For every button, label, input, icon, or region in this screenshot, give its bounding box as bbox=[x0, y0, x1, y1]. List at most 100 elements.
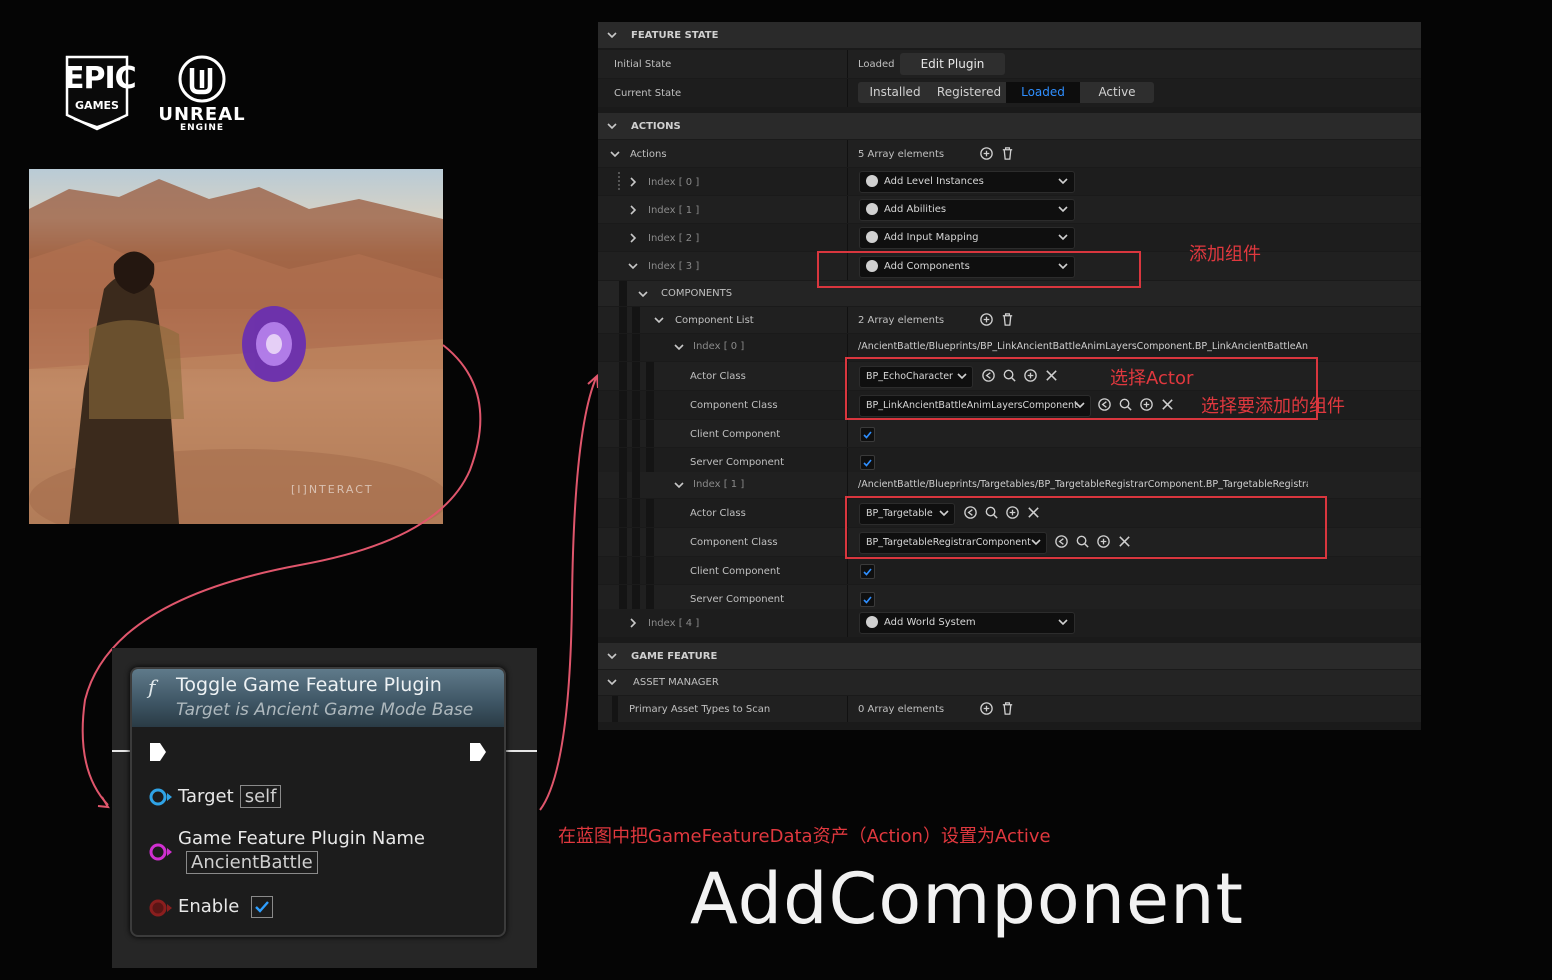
action-index-label: Index [ 2 ] bbox=[648, 233, 700, 244]
plugin-name-label: Game Feature Plugin Name bbox=[178, 828, 425, 849]
checkmark-icon bbox=[863, 568, 872, 576]
function-icon: f bbox=[148, 675, 156, 699]
action-index-4-row: Index [ 4 ] Add World System bbox=[598, 609, 1421, 637]
plugin-name-row: AncientBattle bbox=[180, 851, 318, 874]
current-state-row: Current State Installed Registered Loade… bbox=[598, 79, 1421, 107]
feature-state-header[interactable]: FEATURE STATE bbox=[598, 22, 1421, 48]
component-1-client-row: Client Component bbox=[598, 557, 1421, 584]
annotation-select-actor: 选择Actor bbox=[1110, 368, 1194, 389]
enable-label: Enable bbox=[178, 896, 240, 917]
chevron-right-icon[interactable] bbox=[628, 177, 638, 187]
chevron-down-icon bbox=[1058, 234, 1068, 241]
chevron-right-icon[interactable] bbox=[628, 205, 638, 215]
action-index-1-row: Index [ 1 ] Add Abilities bbox=[598, 196, 1421, 223]
chevron-down-icon bbox=[607, 679, 617, 686]
checkmark-icon bbox=[863, 431, 872, 439]
chevron-down-icon[interactable] bbox=[610, 149, 620, 159]
annotation-blueprint-note: 在蓝图中把GameFeatureData资产（Action）设置为Active bbox=[558, 826, 1051, 847]
game-feature-header[interactable]: GAME FEATURE bbox=[598, 643, 1421, 669]
enable-pin-icon[interactable] bbox=[148, 898, 174, 918]
actions-header[interactable]: ACTIONS bbox=[598, 113, 1421, 139]
component-1-server-row: Server Component bbox=[598, 585, 1421, 612]
exec-out-pin-icon[interactable] bbox=[468, 741, 488, 763]
server-component-label: Server Component bbox=[690, 594, 785, 605]
highlight-component-1-classes bbox=[845, 496, 1327, 559]
chevron-down-icon bbox=[607, 123, 617, 130]
initial-state-row: Initial State Loaded Edit Plugin bbox=[598, 50, 1421, 78]
component-index-1-row: Index [ 1 ] /AncientBattle/Blueprints/Ta… bbox=[598, 472, 1421, 498]
trash-icon[interactable] bbox=[1000, 312, 1015, 327]
toggle-game-feature-plugin-node[interactable]: f Toggle Game Feature Plugin Target is A… bbox=[130, 667, 506, 937]
component-0-client-row: Client Component bbox=[598, 420, 1421, 447]
add-element-icon[interactable] bbox=[979, 701, 994, 716]
server-component-checkbox[interactable] bbox=[860, 455, 875, 470]
state-loaded-tab[interactable]: Loaded bbox=[1006, 82, 1080, 103]
chevron-right-icon[interactable] bbox=[628, 233, 638, 243]
chevron-down-icon bbox=[1058, 178, 1068, 185]
chevron-down-icon bbox=[607, 653, 617, 660]
target-pin-icon[interactable] bbox=[148, 787, 174, 807]
enable-checkbox[interactable] bbox=[251, 896, 274, 918]
action-icon bbox=[866, 175, 878, 187]
chevron-down-icon bbox=[1058, 619, 1068, 626]
server-component-label: Server Component bbox=[690, 457, 785, 468]
state-active-tab[interactable]: Active bbox=[1080, 82, 1154, 103]
exec-in-pin-icon[interactable] bbox=[148, 741, 168, 763]
action-icon bbox=[866, 231, 878, 243]
plugin-name-field[interactable]: AncientBattle bbox=[186, 851, 318, 874]
chevron-right-icon[interactable] bbox=[628, 618, 638, 628]
initial-state-value: Loaded bbox=[858, 59, 895, 70]
trash-icon[interactable] bbox=[1000, 146, 1015, 161]
asset-manager-header[interactable]: ASSET MANAGER bbox=[598, 670, 1421, 695]
action-4-dropdown[interactable]: Add World System bbox=[859, 612, 1075, 634]
component-list-count: 2 Array elements bbox=[858, 315, 945, 326]
actions-array-row: Actions 5 Array elements bbox=[598, 140, 1421, 167]
component-class-label: Component Class bbox=[690, 400, 778, 411]
chevron-down-icon bbox=[1058, 206, 1068, 213]
action-index-label: Index [ 0 ] bbox=[648, 177, 700, 188]
action-index-label: Index [ 1 ] bbox=[648, 205, 700, 216]
add-element-icon[interactable] bbox=[979, 312, 994, 327]
component-class-label: Component Class bbox=[690, 537, 778, 548]
checkmark-icon bbox=[863, 459, 872, 467]
current-state-label: Current State bbox=[614, 88, 682, 99]
client-component-checkbox[interactable] bbox=[860, 564, 875, 579]
trash-icon[interactable] bbox=[1000, 701, 1015, 716]
feature-state-title: FEATURE STATE bbox=[631, 30, 719, 41]
chevron-down-icon[interactable] bbox=[654, 315, 664, 325]
server-component-checkbox[interactable] bbox=[860, 592, 875, 607]
node-subtitle: Target is Ancient Game Mode Base bbox=[176, 700, 474, 720]
chevron-down-icon[interactable] bbox=[674, 480, 684, 490]
edit-plugin-button[interactable]: Edit Plugin bbox=[900, 53, 1005, 75]
headline-title: AddComponent bbox=[690, 858, 1244, 940]
actor-class-label: Actor Class bbox=[690, 508, 746, 519]
chevron-down-icon[interactable] bbox=[674, 342, 684, 352]
target-label: Target bbox=[178, 786, 234, 807]
state-registered-tab[interactable]: Registered bbox=[932, 82, 1006, 103]
action-0-dropdown[interactable]: Add Level Instances bbox=[859, 171, 1075, 193]
action-index-label: Index [ 4 ] bbox=[648, 618, 700, 629]
action-icon bbox=[866, 616, 878, 628]
drag-handle-icon[interactable] bbox=[618, 172, 622, 190]
annotation-add-components: 添加组件 bbox=[1189, 244, 1261, 265]
component-1-path: /AncientBattle/Blueprints/Targetables/BP… bbox=[858, 479, 1308, 490]
action-1-dropdown[interactable]: Add Abilities bbox=[859, 199, 1075, 221]
plugin-name-pin-icon[interactable] bbox=[148, 842, 174, 862]
primary-asset-types-label: Primary Asset Types to Scan bbox=[629, 704, 771, 715]
highlight-add-components bbox=[817, 251, 1141, 288]
game-feature-title: GAME FEATURE bbox=[631, 651, 718, 662]
state-installed-tab[interactable]: Installed bbox=[858, 82, 932, 103]
add-element-icon[interactable] bbox=[979, 146, 994, 161]
chevron-down-icon[interactable] bbox=[628, 261, 638, 271]
action-index-2-row: Index [ 2 ] Add Input Mapping bbox=[598, 224, 1421, 251]
target-value-field[interactable]: self bbox=[239, 785, 282, 808]
initial-state-label: Initial State bbox=[614, 59, 672, 70]
target-row: Target self bbox=[178, 785, 282, 808]
client-component-label: Client Component bbox=[690, 566, 781, 577]
client-component-checkbox[interactable] bbox=[860, 427, 875, 442]
action-2-dropdown[interactable]: Add Input Mapping bbox=[859, 227, 1075, 249]
node-header: f Toggle Game Feature Plugin Target is A… bbox=[132, 669, 504, 727]
component-0-server-row: Server Component bbox=[598, 448, 1421, 475]
action-index-label: Index [ 3 ] bbox=[648, 261, 700, 272]
node-title: Toggle Game Feature Plugin bbox=[176, 674, 442, 696]
